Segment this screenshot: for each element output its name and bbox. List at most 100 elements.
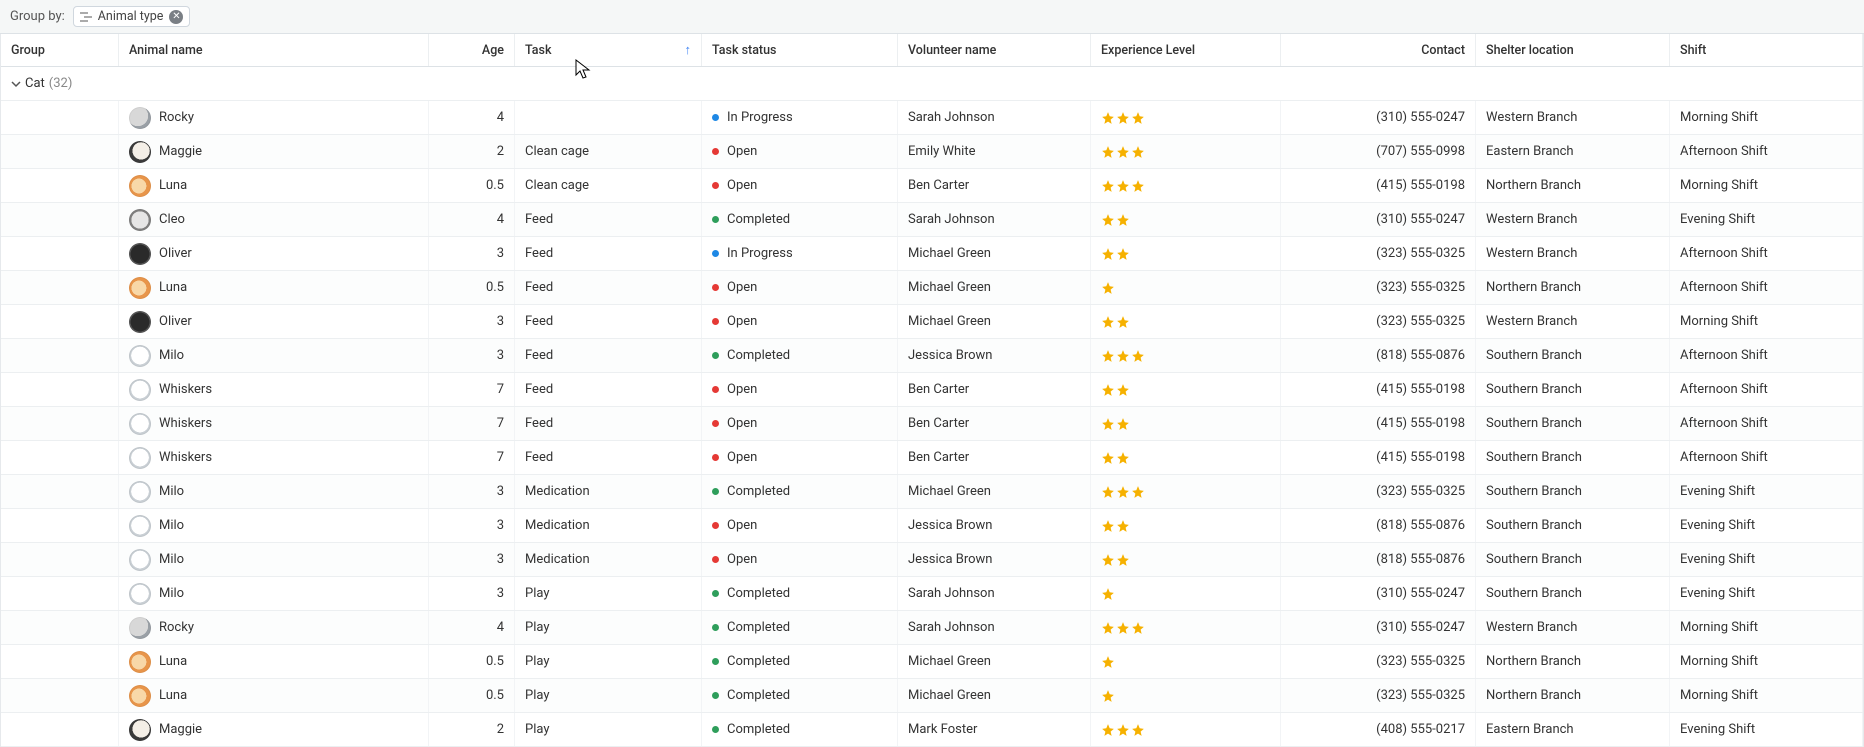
header-task[interactable]: Task ↑ (515, 34, 702, 66)
header-animal[interactable]: Animal name (119, 34, 429, 66)
header-experience[interactable]: Experience Level (1091, 34, 1281, 66)
status-dot-icon (712, 114, 719, 121)
cell-animal[interactable]: Luna (119, 169, 429, 202)
animal-name: Oliver (159, 246, 192, 261)
table-row[interactable]: Whiskers7FeedOpenBen Carter(415) 555-019… (1, 373, 1863, 407)
cell-animal[interactable]: Whiskers (119, 407, 429, 440)
group-name: Cat (25, 76, 45, 91)
cell-shift: Evening Shift (1670, 577, 1863, 610)
header-age[interactable]: Age (429, 34, 515, 66)
table-row[interactable]: Oliver3FeedIn ProgressMichael Green(323)… (1, 237, 1863, 271)
cell-shift: Morning Shift (1670, 645, 1863, 678)
cell-animal[interactable]: Milo (119, 543, 429, 576)
status-text: Open (727, 280, 757, 295)
avatar (129, 617, 151, 639)
cell-animal[interactable]: Milo (119, 577, 429, 610)
cell-shift: Evening Shift (1670, 543, 1863, 576)
cell-animal[interactable]: Cleo (119, 203, 429, 236)
close-icon[interactable]: ✕ (169, 10, 183, 24)
cell-status: In Progress (702, 101, 898, 134)
header-location[interactable]: Shelter location (1476, 34, 1670, 66)
data-grid: Group Animal name Age Task ↑ Task status… (0, 34, 1864, 747)
cell-age: 0.5 (429, 679, 515, 712)
cell-volunteer: Ben Carter (898, 407, 1091, 440)
cell-contact: (323) 555-0325 (1281, 475, 1476, 508)
table-row[interactable]: Oliver3FeedOpenMichael Green(323) 555-03… (1, 305, 1863, 339)
table-row[interactable]: Whiskers7FeedOpenBen Carter(415) 555-019… (1, 441, 1863, 475)
cell-animal[interactable]: Milo (119, 475, 429, 508)
table-row[interactable]: Luna0.5FeedOpenMichael Green(323) 555-03… (1, 271, 1863, 305)
cell-animal[interactable]: Maggie (119, 135, 429, 168)
cell-animal[interactable]: Oliver (119, 237, 429, 270)
cell-location: Southern Branch (1476, 441, 1670, 474)
cell-location: Southern Branch (1476, 475, 1670, 508)
cell-status: Completed (702, 645, 898, 678)
cell-shift: Evening Shift (1670, 475, 1863, 508)
cell-volunteer: Jessica Brown (898, 543, 1091, 576)
cell-animal[interactable]: Maggie (119, 713, 429, 746)
cell-animal[interactable]: Milo (119, 339, 429, 372)
status-text: Open (727, 382, 757, 397)
cell-contact: (415) 555-0198 (1281, 407, 1476, 440)
table-row[interactable]: Luna0.5Clean cageOpenBen Carter(415) 555… (1, 169, 1863, 203)
cell-animal[interactable]: Luna (119, 645, 429, 678)
status-dot-icon (712, 148, 719, 155)
cell-age: 2 (429, 135, 515, 168)
table-row[interactable]: Milo3FeedCompletedJessica Brown(818) 555… (1, 339, 1863, 373)
sort-asc-icon: ↑ (685, 42, 692, 58)
cell-experience (1091, 135, 1281, 168)
cell-volunteer: Michael Green (898, 475, 1091, 508)
cell-status: Completed (702, 339, 898, 372)
cell-group (1, 305, 119, 338)
header-group[interactable]: Group (1, 34, 119, 66)
table-row[interactable]: Whiskers7FeedOpenBen Carter(415) 555-019… (1, 407, 1863, 441)
header-contact[interactable]: Contact (1281, 34, 1476, 66)
header-status[interactable]: Task status (702, 34, 898, 66)
group-cell[interactable]: Cat (32) (1, 67, 1863, 100)
avatar (129, 515, 151, 537)
header-volunteer[interactable]: Volunteer name (898, 34, 1091, 66)
cell-age: 3 (429, 577, 515, 610)
status-dot-icon (712, 420, 719, 427)
cell-animal[interactable]: Luna (119, 271, 429, 304)
avatar (129, 685, 151, 707)
avatar (129, 413, 151, 435)
table-row[interactable]: Luna0.5PlayCompletedMichael Green(323) 5… (1, 645, 1863, 679)
table-row[interactable]: Cleo4FeedCompletedSarah Johnson(310) 555… (1, 203, 1863, 237)
status-text: Open (727, 178, 757, 193)
animal-name: Oliver (159, 314, 192, 329)
cell-task: Feed (515, 271, 702, 304)
table-row[interactable]: Rocky4In ProgressSarah Johnson(310) 555-… (1, 101, 1863, 135)
cell-task: Play (515, 577, 702, 610)
header-shift[interactable]: Shift (1670, 34, 1863, 66)
table-row[interactable]: Rocky4PlayCompletedSarah Johnson(310) 55… (1, 611, 1863, 645)
table-row[interactable]: Milo3MedicationOpenJessica Brown(818) 55… (1, 509, 1863, 543)
status-dot-icon (712, 726, 719, 733)
cell-status: Open (702, 407, 898, 440)
cell-animal[interactable]: Rocky (119, 101, 429, 134)
cell-animal[interactable]: Milo (119, 509, 429, 542)
cell-status: Open (702, 509, 898, 542)
chevron-down-icon[interactable] (11, 79, 21, 89)
cell-animal[interactable]: Whiskers (119, 373, 429, 406)
cell-group (1, 679, 119, 712)
cell-contact: (310) 555-0247 (1281, 101, 1476, 134)
groupby-chip[interactable]: Animal type ✕ (73, 6, 191, 27)
cell-status: Completed (702, 611, 898, 644)
avatar (129, 447, 151, 469)
table-row[interactable]: Maggie2Clean cageOpenEmily White(707) 55… (1, 135, 1863, 169)
status-dot-icon (712, 556, 719, 563)
group-row-cat[interactable]: Cat (32) (1, 67, 1863, 101)
cell-volunteer: Sarah Johnson (898, 611, 1091, 644)
cell-animal[interactable]: Oliver (119, 305, 429, 338)
cell-animal[interactable]: Luna (119, 679, 429, 712)
cell-animal[interactable]: Whiskers (119, 441, 429, 474)
status-text: Completed (727, 722, 790, 737)
status-text: Completed (727, 212, 790, 227)
cell-animal[interactable]: Rocky (119, 611, 429, 644)
table-row[interactable]: Milo3MedicationOpenJessica Brown(818) 55… (1, 543, 1863, 577)
table-row[interactable]: Milo3PlayCompletedSarah Johnson(310) 555… (1, 577, 1863, 611)
table-row[interactable]: Maggie2PlayCompletedMark Foster(408) 555… (1, 713, 1863, 747)
cell-age: 0.5 (429, 271, 515, 304)
table-row[interactable]: Milo3MedicationCompletedMichael Green(32… (1, 475, 1863, 509)
